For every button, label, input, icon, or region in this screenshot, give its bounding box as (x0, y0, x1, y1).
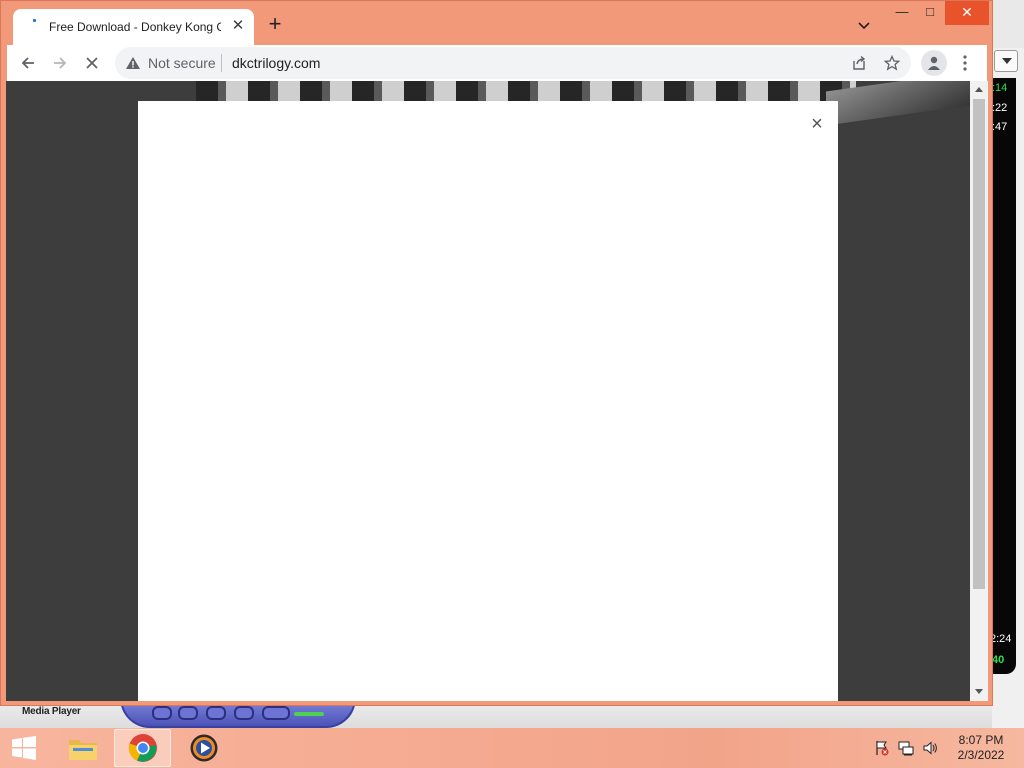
previous-icon[interactable] (152, 706, 172, 720)
maximize-button[interactable]: □ (913, 1, 947, 25)
mute-icon[interactable] (262, 706, 290, 720)
background-panel: :14 :22 :47 2:24 40 (990, 78, 1016, 674)
more-vert-icon[interactable] (955, 51, 975, 75)
media-player-label: Media Player (22, 706, 81, 717)
windows-media-player-icon[interactable] (175, 729, 232, 767)
side-time: 40 (992, 654, 1005, 666)
share-icon[interactable] (849, 53, 869, 73)
taskbar: 8:07 PM 2/3/2022 (0, 728, 1024, 768)
system-clock[interactable]: 8:07 PM 2/3/2022 (948, 733, 1014, 763)
stop-loading-icon[interactable] (79, 50, 105, 76)
profile-icon[interactable] (921, 50, 947, 76)
side-time: :47 (992, 121, 1008, 133)
favicon-icon (33, 19, 36, 22)
arrow-right-icon[interactable] (47, 50, 73, 76)
scroll-up-icon[interactable] (975, 87, 983, 92)
fast-forward-icon[interactable] (206, 706, 226, 720)
star-icon[interactable] (882, 53, 902, 73)
page-background-image (826, 81, 976, 126)
scrollbar[interactable] (970, 81, 988, 701)
scroll-down-icon[interactable] (975, 689, 983, 694)
network-icon[interactable] (898, 740, 914, 756)
plus-icon[interactable]: + (263, 13, 287, 37)
screen: Media Player :14 :22 :47 2:24 40 Free Do… (0, 0, 1024, 768)
dropdown-icon[interactable] (994, 50, 1018, 72)
action-center-flag-icon[interactable] (874, 740, 890, 756)
close-icon[interactable]: × (806, 113, 828, 135)
next-icon[interactable] (234, 706, 254, 720)
popup-modal: × (138, 101, 838, 701)
rewind-icon[interactable] (178, 706, 198, 720)
browser-toolbar: Not secure dkctrilogy.com (7, 45, 987, 81)
tab-title: Free Download - Donkey Kong C (49, 20, 221, 34)
browser-tab[interactable]: Free Download - Donkey Kong C ✕ (13, 9, 254, 45)
arrow-left-icon[interactable] (15, 50, 41, 76)
clock-date: 2/3/2022 (957, 748, 1005, 762)
scrollbar-thumb[interactable] (973, 99, 985, 589)
side-time: :14 (992, 82, 1008, 94)
page-content: × (6, 81, 988, 701)
window-close-button[interactable]: ✕ (945, 1, 989, 25)
close-icon[interactable]: ✕ (229, 17, 247, 35)
chrome-icon[interactable] (114, 729, 171, 767)
page-background-image (196, 81, 856, 101)
windows-start-icon[interactable] (6, 732, 42, 764)
divider (221, 54, 222, 72)
clock-time: 8:07 PM (958, 733, 1004, 747)
side-time: 2:24 (990, 633, 1012, 645)
volume-slider[interactable] (294, 712, 324, 716)
warning-icon[interactable] (125, 55, 141, 76)
side-time: :22 (992, 102, 1008, 114)
security-label[interactable]: Not secure (148, 55, 216, 71)
address-bar[interactable]: Not secure dkctrilogy.com (115, 47, 911, 79)
volume-icon[interactable] (922, 740, 938, 756)
url-text[interactable]: dkctrilogy.com (232, 55, 320, 71)
file-explorer-icon[interactable] (54, 729, 111, 767)
browser-window: Free Download - Donkey Kong C ✕ + — □ ✕ (0, 0, 993, 706)
chevron-down-icon[interactable] (853, 15, 875, 37)
